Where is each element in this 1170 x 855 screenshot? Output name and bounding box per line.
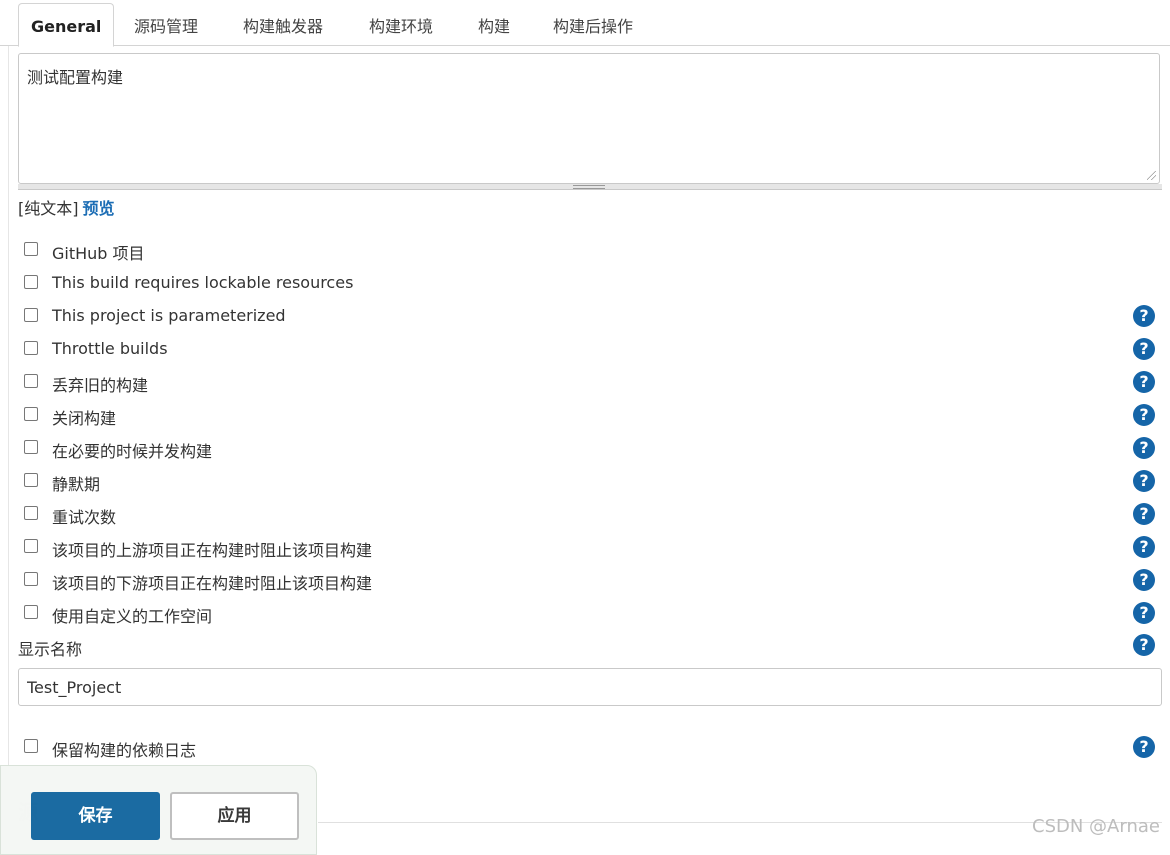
option-label[interactable]: 静默期 xyxy=(52,471,100,495)
help-icon[interactable]: ? xyxy=(1133,371,1155,393)
watermark: CSDN @Arnae xyxy=(1032,816,1160,837)
tab-general[interactable]: General xyxy=(18,3,115,47)
block-upstream-checkbox[interactable] xyxy=(24,539,38,553)
help-icon[interactable]: ? xyxy=(1133,404,1155,426)
help-icon[interactable]: ? xyxy=(1133,503,1155,525)
quiet-period-checkbox[interactable] xyxy=(24,473,38,487)
description-textarea[interactable]: 测试配置构建 xyxy=(18,53,1160,184)
option-label[interactable]: 该项目的上游项目正在构建时阻止该项目构建 xyxy=(52,537,372,561)
github-project-checkbox[interactable] xyxy=(24,242,38,256)
resize-grip-icon[interactable] xyxy=(1147,171,1156,180)
tab-post-build-actions[interactable]: 构建后操作 xyxy=(553,12,633,42)
disable-build-checkbox[interactable] xyxy=(24,407,38,421)
help-icon[interactable]: ? xyxy=(1133,602,1155,624)
plain-text-label: [纯文本] xyxy=(18,199,79,218)
help-icon[interactable]: ? xyxy=(1133,736,1155,758)
option-custom-workspace: 使用自定义的工作空间 ? xyxy=(22,602,1162,626)
custom-workspace-checkbox[interactable] xyxy=(24,605,38,619)
tab-build-triggers[interactable]: 构建触发器 xyxy=(243,12,323,42)
option-block-downstream: 该项目的下游项目正在构建时阻止该项目构建 ? xyxy=(22,569,1162,593)
option-parameterized: This project is parameterized ? xyxy=(22,305,1162,329)
option-quiet-period: 静默期 ? xyxy=(22,470,1162,494)
help-icon[interactable]: ? xyxy=(1133,536,1155,558)
display-name-label: 显示名称 xyxy=(18,640,83,659)
option-label[interactable]: This build requires lockable resources xyxy=(52,273,353,292)
option-throttle-builds: Throttle builds ? xyxy=(22,338,1162,362)
help-icon[interactable]: ? xyxy=(1133,305,1155,327)
option-label[interactable]: 重试次数 xyxy=(52,504,116,528)
block-downstream-checkbox[interactable] xyxy=(24,572,38,586)
option-label[interactable]: 丢弃旧的构建 xyxy=(52,372,148,396)
option-label[interactable]: 该项目的下游项目正在构建时阻止该项目构建 xyxy=(52,570,372,594)
description-text: 测试配置构建 xyxy=(27,68,124,87)
display-name-input[interactable] xyxy=(18,668,1162,706)
throttle-builds-checkbox[interactable] xyxy=(24,341,38,355)
apply-button[interactable]: 应用 xyxy=(170,792,299,840)
option-label[interactable]: 使用自定义的工作空间 xyxy=(52,603,212,627)
tab-build-environment[interactable]: 构建环境 xyxy=(369,12,433,42)
jenkins-job-config-page: General 源码管理 构建触发器 构建环境 构建 构建后操作 测试配置构建 … xyxy=(0,0,1170,855)
save-button[interactable]: 保存 xyxy=(31,792,160,840)
help-icon[interactable]: ? xyxy=(1133,437,1155,459)
option-disable-build: 关闭构建 ? xyxy=(22,404,1162,428)
markup-format-line: [纯文本] 预览 xyxy=(18,195,115,219)
option-block-upstream: 该项目的上游项目正在构建时阻止该项目构建 ? xyxy=(22,536,1162,560)
option-label[interactable]: 在必要的时候并发构建 xyxy=(52,438,212,462)
section-left-rule xyxy=(8,46,9,766)
option-keep-dependency-log: 保留构建的依赖日志 ? xyxy=(22,736,1162,760)
help-icon[interactable]: ? xyxy=(1133,634,1155,656)
preview-link[interactable]: 预览 xyxy=(83,199,115,218)
keep-dependency-log-checkbox[interactable] xyxy=(24,739,38,753)
bottom-button-bar: 保存 应用 xyxy=(0,765,317,855)
option-label[interactable]: This project is parameterized xyxy=(52,306,286,325)
option-concurrent-builds: 在必要的时候并发构建 ? xyxy=(22,437,1162,461)
tab-build[interactable]: 构建 xyxy=(478,12,510,42)
option-discard-old-builds: 丢弃旧的构建 ? xyxy=(22,371,1162,395)
concurrent-builds-checkbox[interactable] xyxy=(24,440,38,454)
tabs-baseline xyxy=(0,45,1170,46)
config-tabs: General 源码管理 构建触发器 构建环境 构建 构建后操作 xyxy=(0,0,1170,47)
option-label[interactable]: 保留构建的依赖日志 xyxy=(52,737,196,761)
drag-handle-icon[interactable] xyxy=(573,185,605,189)
tab-source-code-management[interactable]: 源码管理 xyxy=(134,12,198,42)
option-github-project: GitHub 项目 xyxy=(22,239,1162,263)
option-retry-count: 重试次数 ? xyxy=(22,503,1162,527)
parameterized-checkbox[interactable] xyxy=(24,308,38,322)
retry-count-checkbox[interactable] xyxy=(24,506,38,520)
discard-old-builds-checkbox[interactable] xyxy=(24,374,38,388)
help-icon[interactable]: ? xyxy=(1133,338,1155,360)
option-label[interactable]: GitHub 项目 xyxy=(52,240,145,264)
textarea-drag-bar[interactable] xyxy=(18,184,1162,190)
help-icon[interactable]: ? xyxy=(1133,470,1155,492)
option-label[interactable]: 关闭构建 xyxy=(52,405,116,429)
option-lockable-resources: This build requires lockable resources xyxy=(22,272,1162,296)
lockable-resources-checkbox[interactable] xyxy=(24,275,38,289)
option-label[interactable]: Throttle builds xyxy=(52,339,168,358)
help-icon[interactable]: ? xyxy=(1133,569,1155,591)
